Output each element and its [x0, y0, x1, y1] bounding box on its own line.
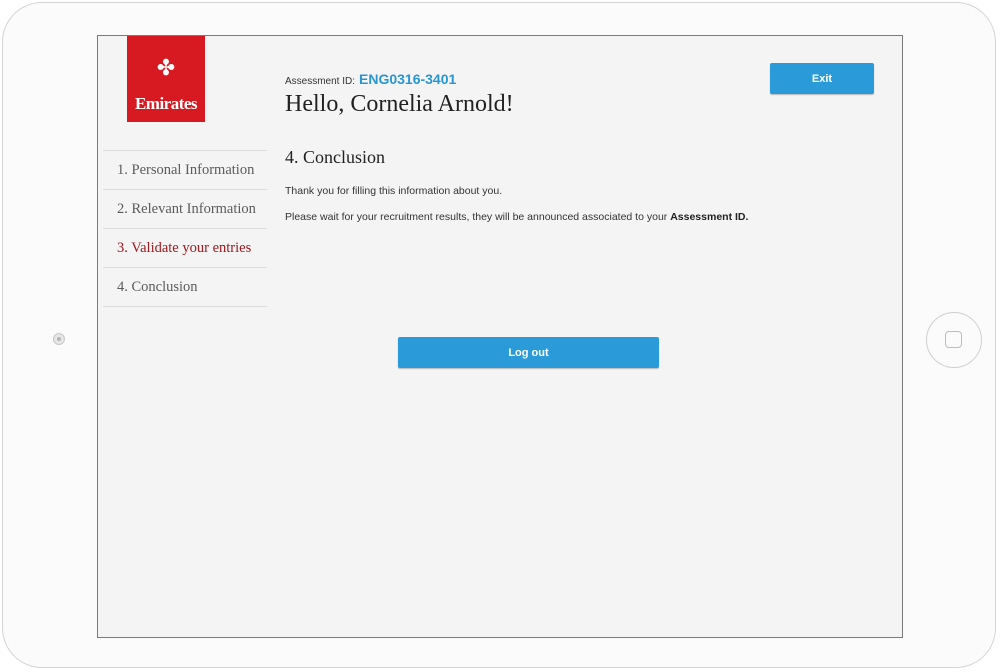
- logo-wordmark: Emirates: [134, 94, 198, 113]
- sidebar-item-validate-entries[interactable]: 3. Validate your entries: [103, 229, 267, 268]
- results-message: Please wait for your recruitment results…: [285, 211, 748, 223]
- logout-button[interactable]: Log out: [398, 337, 659, 368]
- home-square-icon: [945, 331, 962, 348]
- section-title: 4. Conclusion: [285, 147, 386, 167]
- calligraphy-emblem-icon: ✤: [156, 56, 176, 81]
- app-screen: ✤ Emirates 1. Personal Information 2. Re…: [97, 35, 903, 638]
- camera-icon: [53, 333, 65, 345]
- sidebar-nav: 1. Personal Information 2. Relevant Info…: [103, 150, 267, 307]
- exit-button[interactable]: Exit: [770, 63, 874, 94]
- assessment-id-emphasis: Assessment ID.: [670, 211, 749, 223]
- home-button[interactable]: [926, 312, 982, 368]
- sidebar-item-personal-information[interactable]: 1. Personal Information: [103, 151, 267, 190]
- assessment-id-label: Assessment ID:: [285, 76, 356, 87]
- sidebar-item-relevant-information[interactable]: 2. Relevant Information: [103, 190, 267, 229]
- thank-you-message: Thank you for filling this information a…: [285, 185, 503, 197]
- assessment-id-value: ENG0316-3401: [359, 71, 457, 87]
- greeting-heading: Hello, Cornelia Arnold!: [285, 91, 514, 117]
- results-message-text: Please wait for your recruitment results…: [285, 211, 671, 223]
- sidebar-item-conclusion[interactable]: 4. Conclusion: [103, 268, 267, 307]
- emirates-logo: ✤ Emirates: [127, 36, 205, 122]
